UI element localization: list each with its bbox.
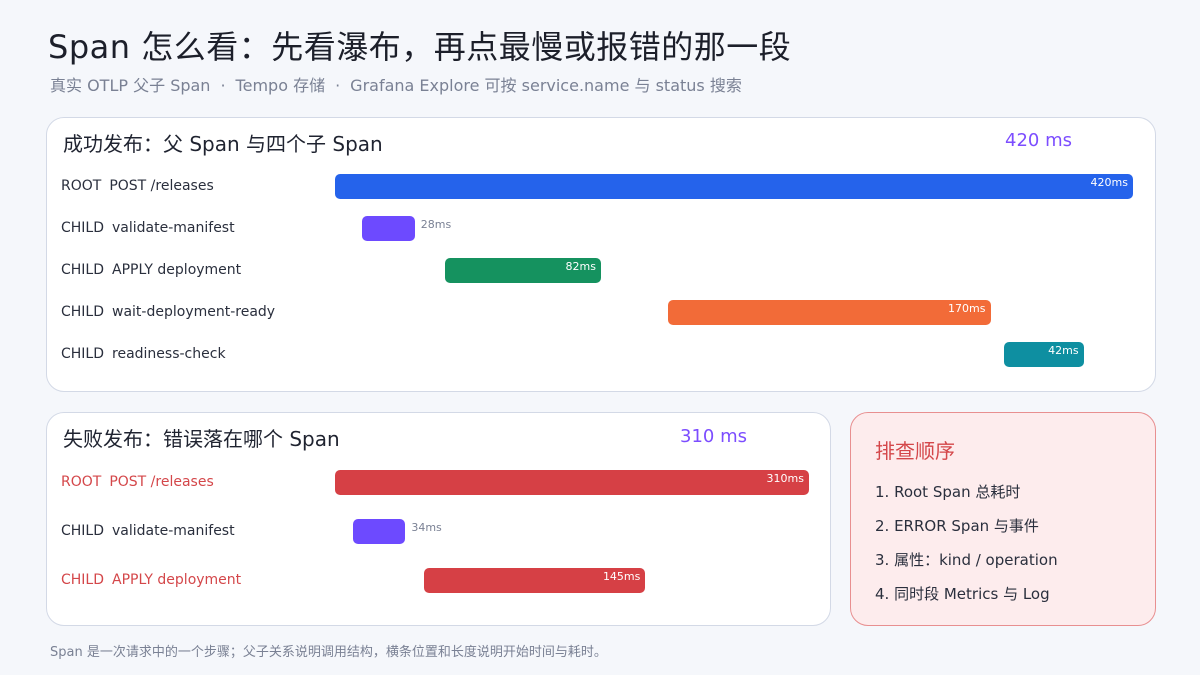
troubleshoot-step-2: 2. ERROR Span 与事件 <box>875 517 1039 535</box>
success-trace-panel: 成功发布：父 Span 与四个子 Span 420 ms ROOT POST /r… <box>46 117 1156 392</box>
span-name: POST /releases <box>109 474 214 490</box>
troubleshoot-step-3: 3. 属性：kind / operation <box>875 551 1058 569</box>
span-duration-label: 170ms <box>948 302 986 315</box>
failure-total-duration: 310 ms <box>680 426 747 447</box>
span-row-label: ROOT POST /releases <box>61 178 214 194</box>
span-name: POST /releases <box>109 178 214 194</box>
footer-note: Span 是一次请求中的一个步骤；父子关系说明调用结构，横条位置和长度说明开始时… <box>50 645 607 660</box>
span-kind: CHILD <box>61 523 105 539</box>
span-row-label: CHILD wait-deployment-ready <box>61 304 275 320</box>
span-kind: CHILD <box>61 262 105 278</box>
span-row-label: CHILD APPLY deployment <box>61 572 241 588</box>
span-name: validate-manifest <box>112 523 235 539</box>
page-subtitle: 真实 OTLP 父子 Span · Tempo 存储 · Grafana Explore… <box>50 72 742 96</box>
span-duration-label: 34ms <box>411 521 442 534</box>
span-bar[interactable] <box>353 519 406 544</box>
failure-panel-title: 失败发布：错误落在哪个 Span <box>63 427 340 451</box>
span-duration-label: 145ms <box>602 570 641 583</box>
span-name: wait-deployment-ready <box>112 304 276 320</box>
span-name: readiness-check <box>112 346 226 362</box>
span-duration-label: 310ms <box>766 472 804 485</box>
span-row-label: CHILD validate-manifest <box>61 220 235 236</box>
troubleshoot-title: 排查顺序 <box>875 439 955 463</box>
span-kind: CHILD <box>61 220 105 236</box>
subtitle-part-otlp: 真实 OTLP 父子 Span <box>50 76 211 95</box>
span-bar[interactable] <box>361 216 415 241</box>
span-duration-label: 28ms <box>420 218 452 231</box>
span-duration-label: 420ms <box>1090 176 1128 189</box>
span-kind: ROOT <box>61 474 102 490</box>
failure-trace-panel: 失败发布：错误落在哪个 Span 310 ms ROOT POST /releas… <box>46 412 831 626</box>
troubleshoot-panel: 排查顺序 1. Root Span 总耗时 2. ERROR Span 与事件 … <box>850 412 1156 626</box>
span-row-label: CHILD APPLY deployment <box>61 262 241 278</box>
span-duration-label: 42ms <box>1048 344 1079 357</box>
span-name: validate-manifest <box>112 220 235 236</box>
subtitle-part-tempo: Tempo 存储 <box>235 76 326 95</box>
troubleshoot-step-1: 1. Root Span 总耗时 <box>875 483 1021 501</box>
success-panel-title: 成功发布：父 Span 与四个子 Span <box>63 132 383 156</box>
span-bar[interactable] <box>335 470 809 495</box>
span-duration-label: 82ms <box>565 260 596 273</box>
span-row-label: ROOT POST /releases <box>61 474 214 490</box>
span-name: APPLY deployment <box>112 572 242 588</box>
troubleshoot-step-4: 4. 同时段 Metrics 与 Log <box>875 585 1050 603</box>
span-bar[interactable] <box>667 300 991 325</box>
span-kind: ROOT <box>61 178 102 194</box>
span-kind: CHILD <box>61 304 105 320</box>
span-row-label: CHILD validate-manifest <box>61 523 235 539</box>
page-title: Span 怎么看：先看瀑布，再点最慢或报错的那一段 <box>48 28 792 66</box>
span-kind: CHILD <box>61 572 105 588</box>
success-total-duration: 420 ms <box>1005 130 1072 151</box>
span-kind: CHILD <box>61 346 105 362</box>
span-bar[interactable] <box>335 174 1133 199</box>
span-name: APPLY deployment <box>112 262 242 278</box>
subtitle-separator: · <box>335 76 341 95</box>
span-row-label: CHILD readiness-check <box>61 346 226 362</box>
subtitle-part-grafana: Grafana Explore 可按 service.name 与 status… <box>350 76 742 95</box>
subtitle-separator: · <box>220 76 226 95</box>
